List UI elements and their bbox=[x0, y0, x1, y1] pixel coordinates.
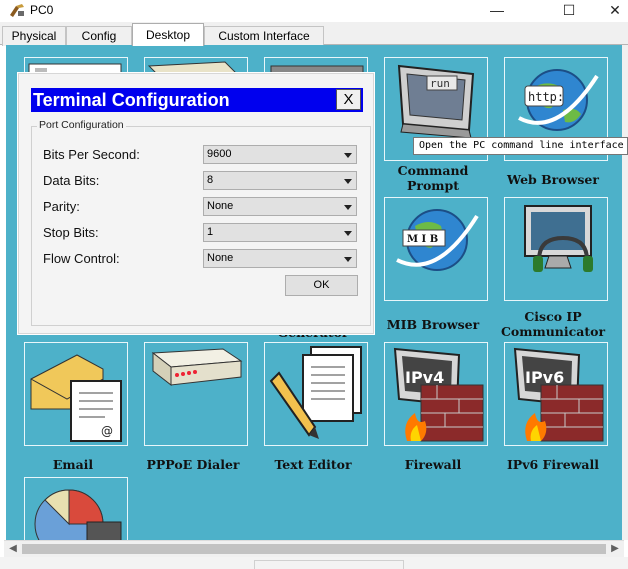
svg-text:http:: http: bbox=[528, 90, 564, 104]
flow-control-value: None bbox=[207, 252, 234, 264]
scroll-left-icon[interactable]: ◀ bbox=[6, 541, 20, 557]
window-title: PC0 bbox=[30, 3, 54, 17]
pie-chart-icon bbox=[34, 489, 122, 540]
app-tile-email[interactable]: @ bbox=[24, 342, 128, 446]
tab-desktop[interactable]: Desktop bbox=[132, 23, 204, 46]
app-tile-text-editor[interactable] bbox=[264, 342, 368, 446]
bottom-strip-segment bbox=[254, 560, 404, 569]
parity-label: Parity: bbox=[43, 199, 80, 214]
email-label: Email bbox=[52, 457, 94, 472]
dialog-title: Terminal Configuration bbox=[33, 90, 230, 110]
bottom-strip bbox=[0, 557, 628, 569]
parity-value: None bbox=[207, 200, 234, 212]
command-prompt-label: Command Prompt bbox=[397, 163, 469, 193]
maximize-button[interactable]: ☐ bbox=[546, 0, 592, 22]
svg-text:run: run bbox=[430, 77, 450, 90]
ipv6-firewall-icon: IPv6 bbox=[513, 347, 604, 442]
packet-tracer-icon bbox=[8, 3, 26, 19]
vertical-scrollbar[interactable] bbox=[622, 45, 628, 540]
data-bits-select[interactable]: 8 bbox=[203, 171, 357, 190]
headset-monitor-icon bbox=[524, 205, 593, 272]
bits-per-second-value: 9600 bbox=[207, 148, 232, 160]
chevron-down-icon bbox=[344, 231, 352, 236]
dialog-titlebar: Terminal Configuration X bbox=[31, 88, 363, 112]
terminal-configuration-dialog: Terminal Configuration X Port Configurat… bbox=[18, 73, 374, 334]
flow-control-select[interactable]: None bbox=[203, 249, 357, 268]
port-configuration-group: Port Configuration Bits Per Second: 9600… bbox=[31, 119, 371, 326]
stop-bits-select[interactable]: 1 bbox=[203, 223, 357, 242]
window-titlebar: PC0 — ☐ ✕ bbox=[0, 0, 628, 22]
command-prompt-tooltip: Open the PC command line interface bbox=[413, 137, 628, 155]
text-editor-label: Text Editor bbox=[274, 457, 352, 472]
svg-text:@: @ bbox=[101, 424, 113, 438]
app-tile-traffic-generator[interactable] bbox=[24, 477, 128, 540]
flow-control-label: Flow Control: bbox=[43, 251, 120, 266]
web-browser-label: Web Browser bbox=[507, 172, 599, 187]
dialog-close-button[interactable]: X bbox=[336, 89, 361, 110]
bits-per-second-label: Bits Per Second: bbox=[43, 147, 140, 162]
app-tile-cisco-ip-communicator[interactable] bbox=[504, 197, 608, 301]
pppoe-dialer-label: PPPoE Dialer bbox=[146, 457, 240, 472]
parity-select[interactable]: None bbox=[203, 197, 357, 216]
mib-browser-label: MIB Browser bbox=[386, 317, 480, 332]
modem-icon bbox=[151, 348, 243, 387]
chevron-down-icon bbox=[344, 153, 352, 158]
tab-config[interactable]: Config bbox=[66, 26, 132, 46]
text-editor-icon bbox=[269, 346, 362, 439]
firewall-label: Firewall bbox=[404, 457, 462, 472]
data-bits-label: Data Bits: bbox=[43, 173, 100, 188]
chevron-down-icon bbox=[344, 179, 352, 184]
ok-button[interactable]: OK bbox=[285, 275, 358, 296]
svg-text:IPv4: IPv4 bbox=[405, 368, 444, 387]
stop-bits-label: Stop Bits: bbox=[43, 225, 99, 240]
data-bits-value: 8 bbox=[207, 174, 214, 186]
cisco-ip-communicator-label: Cisco IP Communicator bbox=[500, 309, 606, 339]
svg-text:M I B: M I B bbox=[407, 234, 438, 245]
port-configuration-legend: Port Configuration bbox=[37, 119, 126, 131]
tab-physical[interactable]: Physical bbox=[2, 26, 66, 46]
ipv6-firewall-label: IPv6 Firewall bbox=[506, 457, 600, 472]
email-icon: @ bbox=[30, 354, 122, 442]
tab-bar: Physical Config Desktop Custom Interface bbox=[0, 22, 628, 46]
tab-custom-interface[interactable]: Custom Interface bbox=[204, 26, 324, 46]
firewall-icon: IPv4 bbox=[393, 347, 484, 442]
scrollbar-thumb[interactable] bbox=[22, 544, 606, 554]
horizontal-scrollbar[interactable]: ◀ ▶ bbox=[4, 540, 624, 557]
app-tile-ipv6-firewall[interactable]: IPv6 bbox=[504, 342, 608, 446]
svg-text:IPv6: IPv6 bbox=[525, 368, 564, 387]
app-tile-firewall[interactable]: IPv4 bbox=[384, 342, 488, 446]
scroll-right-icon[interactable]: ▶ bbox=[608, 541, 622, 557]
chevron-down-icon bbox=[344, 257, 352, 262]
app-tile-mib-browser[interactable]: M I B bbox=[384, 197, 488, 301]
bits-per-second-select[interactable]: 9600 bbox=[203, 145, 357, 164]
stop-bits-value: 1 bbox=[207, 226, 214, 238]
minimize-button[interactable]: — bbox=[474, 0, 520, 22]
app-tile-pppoe-dialer[interactable] bbox=[144, 342, 248, 446]
close-window-button[interactable]: ✕ bbox=[592, 0, 628, 22]
mib-browser-icon: M I B bbox=[396, 209, 479, 271]
chevron-down-icon bbox=[344, 205, 352, 210]
